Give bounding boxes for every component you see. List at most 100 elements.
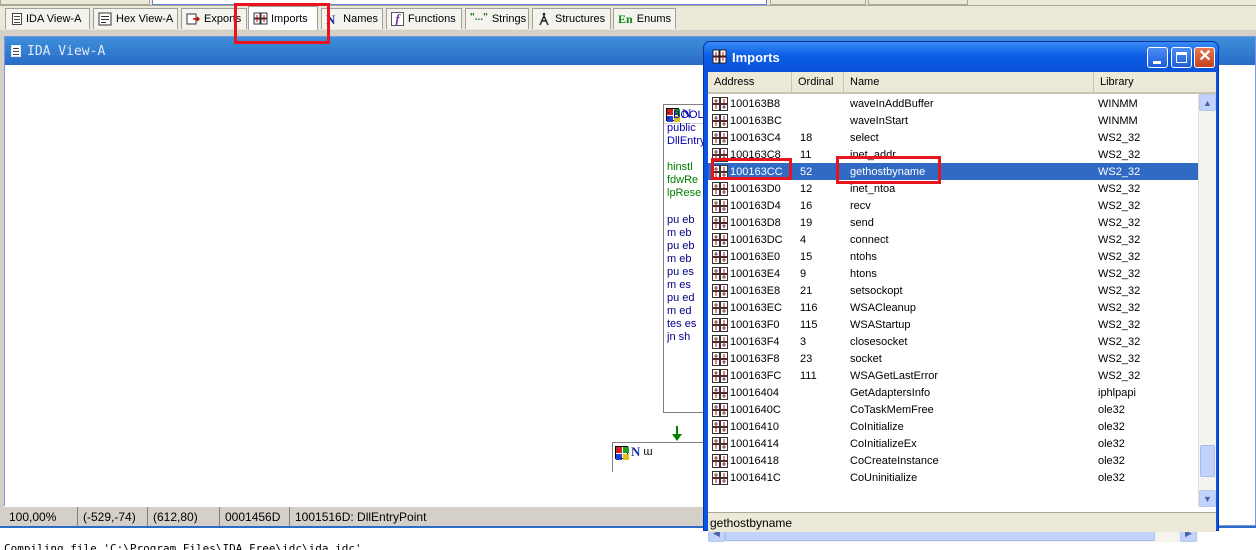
column-header-library[interactable]: Library — [1094, 72, 1216, 92]
imports-title-bar[interactable]: Imports ✕ — [704, 42, 1218, 72]
names-icon: N — [631, 444, 641, 459]
cell-library: ole32 — [1098, 437, 1125, 450]
tab-label: Hex View-A — [116, 13, 174, 25]
import-entry-icon — [712, 215, 728, 230]
import-entry-icon — [712, 419, 728, 434]
scroll-down-button[interactable]: ▼ — [1199, 490, 1216, 507]
imports-list-view[interactable]: Address Ordinal Name Library 100163B8 wav… — [708, 72, 1216, 542]
tab-label: Imports — [271, 12, 308, 25]
cell-library: WS2_32 — [1098, 284, 1141, 297]
tab-exports[interactable]: Exports — [181, 8, 247, 29]
table-row[interactable]: 100163F8 23 socket WS2_32 — [708, 350, 1198, 367]
vertical-scrollbar[interactable]: ▲ ▼ — [1198, 94, 1216, 507]
table-row[interactable]: 100163FC 111 WSAGetLastError WS2_32 — [708, 367, 1198, 384]
table-row[interactable]: 100163E4 9 htons WS2_32 — [708, 265, 1198, 282]
table-row[interactable]: 100163E8 21 setsockopt WS2_32 — [708, 282, 1198, 299]
tab-strings[interactable]: "..." Strings — [465, 8, 529, 29]
table-row[interactable]: 10016404 GetAdaptersInfo iphlpapi — [708, 384, 1198, 401]
table-row[interactable]: 100163DC 4 connect WS2_32 — [708, 231, 1198, 248]
cell-address: 100163E8 — [730, 284, 781, 297]
close-button[interactable]: ✕ — [1194, 47, 1215, 68]
column-header-address[interactable]: Address — [708, 72, 792, 92]
cell-name: recv — [850, 199, 871, 212]
cell-name: inet_addr — [850, 148, 896, 161]
table-row[interactable]: 100163CC 52 gethostbyname WS2_32 — [708, 163, 1198, 180]
table-row[interactable]: 1001641C CoUninitialize ole32 — [708, 469, 1198, 486]
table-row[interactable]: 100163F4 3 closesocket WS2_32 — [708, 333, 1198, 350]
tab-label: IDA View-A — [26, 13, 82, 25]
cell-name: socket — [850, 352, 882, 365]
cell-address: 100163BC — [730, 114, 782, 127]
cell-library: WS2_32 — [1098, 148, 1141, 161]
table-row[interactable]: 10016414 CoInitializeEx ole32 — [708, 435, 1198, 452]
table-row[interactable]: 10016418 CoCreateInstance ole32 — [708, 452, 1198, 469]
graph-node-dllentrypoint[interactable]: N ; Attribu; BOOLpublicDllEntryhinstlfdw… — [663, 104, 708, 413]
table-row[interactable]: 100163EC 116 WSACleanup WS2_32 — [708, 299, 1198, 316]
column-header-name[interactable]: Name — [844, 72, 1094, 92]
table-row[interactable]: 10016410 CoInitialize ole32 — [708, 418, 1198, 435]
minimize-button[interactable] — [1147, 47, 1168, 68]
column-header-ordinal[interactable]: Ordinal — [792, 72, 844, 92]
cell-library: ole32 — [1098, 403, 1125, 416]
cell-address: 10016404 — [730, 386, 779, 399]
import-entry-icon — [712, 130, 728, 145]
tab-functions[interactable]: f Functions — [386, 8, 462, 29]
table-row[interactable]: 100163F0 115 WSAStartup WS2_32 — [708, 316, 1198, 333]
table-row[interactable]: 1001640C CoTaskMemFree ole32 — [708, 401, 1198, 418]
cell-ordinal: 9 — [800, 267, 807, 280]
table-row[interactable]: 100163D4 16 recv WS2_32 — [708, 197, 1198, 214]
maximize-button[interactable] — [1171, 47, 1192, 68]
cell-name: inet_ntoa — [850, 182, 896, 195]
code-line: pu es — [667, 266, 694, 278]
cell-name: WSACleanup — [850, 301, 917, 314]
cell-ordinal: 11 — [800, 148, 812, 161]
import-entry-icon — [712, 453, 728, 468]
cell-library: WS2_32 — [1098, 250, 1141, 263]
cell-name: send — [850, 216, 874, 229]
cell-name: ntohs — [850, 250, 877, 263]
table-row[interactable]: 100163C4 18 select WS2_32 — [708, 129, 1198, 146]
table-row[interactable]: 100163D0 12 inet_ntoa WS2_32 — [708, 180, 1198, 197]
tab-imports[interactable]: Imports — [248, 6, 318, 30]
cell-address: 100163E4 — [730, 267, 781, 280]
cell-address: 100163DC — [730, 233, 783, 246]
functions-icon: f — [391, 11, 404, 26]
tab-structures[interactable]: Structures — [532, 8, 611, 29]
graph-node-text: ɯ — [643, 446, 653, 458]
imports-window[interactable]: Imports ✕ Address Ordinal Name Library 1… — [703, 41, 1219, 542]
names-icon: N — [326, 12, 336, 27]
maximize-icon — [1176, 52, 1187, 63]
code-line: DllEntry — [667, 135, 706, 147]
cell-name: connect — [850, 233, 889, 246]
status-coords-2: (612,80) — [148, 507, 220, 527]
ida-view-title: IDA View-A — [27, 43, 106, 59]
import-entry-icon — [712, 300, 728, 315]
code-line: pu eb — [667, 240, 695, 252]
scrollbar-thumb[interactable] — [1200, 445, 1215, 477]
table-row[interactable]: 100163E0 15 ntohs WS2_32 — [708, 248, 1198, 265]
close-icon: ✕ — [1198, 48, 1212, 65]
code-line: ; BOOL — [667, 109, 704, 121]
tab-enums[interactable]: En Enums — [613, 8, 676, 29]
import-entry-icon — [712, 317, 728, 332]
scroll-up-button[interactable]: ▲ — [1199, 94, 1216, 111]
cell-address: 100163F0 — [730, 318, 780, 331]
import-entry-icon — [712, 249, 728, 264]
tab-ida-view-a[interactable]: IDA View-A — [5, 8, 90, 29]
tab-label: Names — [343, 13, 378, 25]
flow-arrow-icon — [672, 426, 682, 441]
code-line: pu ed — [667, 292, 695, 304]
table-row[interactable]: 100163BC waveInStart WINMM — [708, 112, 1198, 129]
graph-node-next[interactable]: N ɯ — [612, 442, 705, 472]
cell-library: WS2_32 — [1098, 199, 1141, 212]
tab-hex-view-a[interactable]: Hex View-A — [93, 8, 178, 29]
table-row[interactable]: 100163B8 waveInAddBuffer WINMM — [708, 95, 1198, 112]
table-row[interactable]: 100163C8 11 inet_addr WS2_32 — [708, 146, 1198, 163]
import-entry-icon — [712, 334, 728, 349]
imports-icon — [253, 12, 268, 26]
table-row[interactable]: 100163D8 19 send WS2_32 — [708, 214, 1198, 231]
cell-ordinal: 23 — [800, 352, 813, 365]
toolbar-segment — [152, 0, 767, 5]
import-entry-icon — [712, 283, 728, 298]
tab-names[interactable]: N Names — [321, 8, 383, 29]
